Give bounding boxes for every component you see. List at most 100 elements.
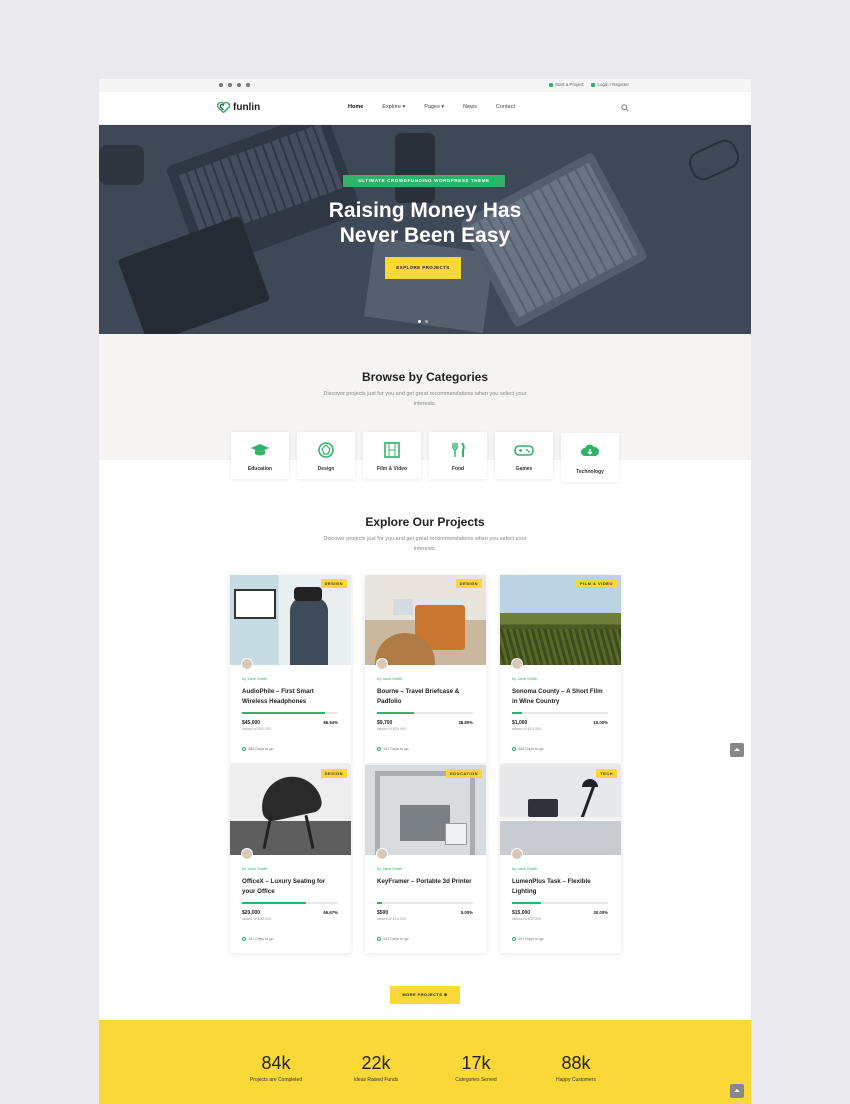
funded-amount: $45,000 — [242, 720, 261, 726]
start-project-link[interactable]: Start a Project — [548, 82, 583, 87]
funding-progress-bar — [512, 712, 608, 714]
nav-explore[interactable]: Explore ▾ — [382, 104, 405, 110]
stat-happy-customers: 88k Happy Customers — [555, 1053, 596, 1083]
author-link[interactable]: by Jane Smith — [377, 866, 402, 871]
design-icon — [318, 442, 334, 458]
funding-progress-bar — [512, 902, 608, 904]
project-image[interactable]: Tech — [500, 765, 621, 855]
login-register-link[interactable]: Login / Register — [591, 82, 629, 87]
film-icon — [384, 442, 400, 458]
nav-pages[interactable]: Pages ▾ — [424, 104, 444, 110]
category-tag: Tech — [596, 769, 617, 778]
project-image[interactable]: Education — [365, 765, 486, 855]
more-projects-button[interactable]: More Projects ⊕ — [390, 986, 460, 1004]
project-card[interactable]: Design by Jane Smith Bourne – Travel Bri… — [365, 575, 486, 763]
funded-percent: 66.67% — [323, 910, 338, 915]
slider-dot[interactable] — [418, 320, 421, 323]
nav-contact[interactable]: Contact — [496, 104, 515, 110]
clock-icon — [242, 747, 246, 751]
avatar — [376, 658, 388, 670]
project-card[interactable]: Film & Video by Jane Smith Sonoma County… — [500, 575, 621, 763]
project-image[interactable]: Design — [230, 765, 351, 855]
project-card[interactable]: Education by Jane Smith KeyFramer – Port… — [365, 765, 486, 953]
days-left: 101 Days to go — [242, 937, 274, 941]
funded-amount: $9,700 — [377, 720, 393, 726]
project-title[interactable]: OfficeX – Luxury Seating for your Office — [242, 877, 337, 896]
nav-home[interactable]: Home — [348, 104, 363, 110]
logo[interactable]: funlin — [217, 102, 260, 113]
facebook-icon[interactable] — [219, 83, 223, 87]
top-bar: Start a Project Login / Register — [99, 79, 751, 92]
avatar — [511, 848, 523, 860]
project-grid: Design by Jane Smith AudioPhile – First … — [230, 575, 622, 953]
nav-news[interactable]: News — [463, 104, 477, 110]
author-link[interactable]: by Jane Smith — [242, 676, 267, 681]
funded-amount: $500 — [377, 910, 389, 916]
project-card[interactable]: Design by Jane Smith OfficeX – Luxury Se… — [230, 765, 351, 953]
avatar — [241, 658, 253, 670]
author-link[interactable]: by Jane Smith — [512, 866, 537, 871]
categories-subtitle: Discover projects just for you and get g… — [323, 391, 527, 407]
projects-title: Explore Our Projects — [365, 515, 485, 529]
category-tag: Design — [320, 769, 347, 778]
clock-icon — [512, 747, 516, 751]
funded-amount: $20,000 — [242, 910, 261, 916]
author-link[interactable]: by Jane Smith — [377, 676, 402, 681]
hero-title: Raising Money Has Never Been Easy — [328, 199, 522, 247]
chevron-down-icon: ▾ — [441, 104, 445, 110]
project-title[interactable]: AudioPhile – First Smart Wireless Headph… — [242, 687, 337, 706]
funding-progress-bar — [377, 902, 473, 904]
project-card[interactable]: Design by Jane Smith AudioPhile – First … — [230, 575, 351, 763]
page: Start a Project Login / Register funlin … — [99, 79, 751, 1104]
search-icon[interactable] — [621, 104, 629, 112]
slider-dots — [418, 320, 428, 323]
days-left: 101 Days to go — [512, 937, 544, 941]
stat-categories-served: 17k Categories Served — [455, 1053, 497, 1083]
days-left: 466 Days to go — [512, 747, 544, 751]
slider-dot[interactable] — [425, 320, 428, 323]
project-title[interactable]: LumenPlus Task – Flexible Lighting — [512, 877, 607, 896]
arrow-right-icon: ⊕ — [443, 992, 448, 997]
clock-icon — [377, 747, 381, 751]
project-image[interactable]: Design — [230, 575, 351, 665]
stats-section: 84k Projects are Completed 22k Ideas Rai… — [99, 1020, 751, 1104]
category-tag: Film & Video — [576, 579, 617, 588]
funding-progress-bar — [242, 712, 338, 714]
funded-percent: 10.00% — [593, 720, 608, 725]
header: funlin Home Explore ▾ Pages ▾ News Conta… — [99, 92, 751, 125]
project-title[interactable]: KeyFramer – Portable 3d Printer — [377, 877, 472, 887]
goal-amount: raised of $50,000 — [512, 917, 542, 921]
funded-amount: $15,000 — [512, 910, 531, 916]
projects-section: Explore Our Projects Discover projects j… — [99, 460, 751, 1020]
chevron-down-icon: ▾ — [402, 104, 406, 110]
projects-subtitle: Discover projects just for you and get g… — [323, 536, 527, 552]
category-tag: Design — [320, 579, 347, 588]
explore-projects-button[interactable]: Explore Projects — [385, 257, 461, 279]
scroll-top-button[interactable] — [730, 1084, 744, 1098]
heart-logo-icon — [217, 102, 230, 113]
project-image[interactable]: Design — [365, 575, 486, 665]
fork-knife-icon — [452, 442, 465, 457]
goal-amount: raised of $10,000 — [377, 917, 407, 921]
author-link[interactable]: by Jane Smith — [242, 866, 267, 871]
funded-percent: 86.54% — [323, 720, 338, 725]
goal-amount: raised of $25,000 — [377, 727, 407, 731]
cloud-download-icon — [581, 444, 600, 456]
graduation-cap-icon — [251, 444, 269, 456]
phone-image — [395, 133, 435, 203]
category-tag: Education — [446, 769, 482, 778]
project-card[interactable]: Tech by Jane Smith LumenPlus Task – Flex… — [500, 765, 621, 953]
pinterest-icon[interactable] — [246, 83, 250, 87]
project-title[interactable]: Bourne – Travel Briefcase & Padfolio — [377, 687, 472, 706]
project-image[interactable]: Film & Video — [500, 575, 621, 665]
author-link[interactable]: by Jane Smith — [512, 676, 537, 681]
funding-progress-bar — [377, 712, 473, 714]
scroll-top-button[interactable] — [730, 743, 744, 757]
instagram-icon[interactable] — [237, 83, 241, 87]
categories-title: Browse by Categories — [361, 370, 489, 384]
project-title[interactable]: Sonoma County – A Short Film in Wine Cou… — [512, 687, 607, 706]
stat-projects-completed: 84k Projects are Completed — [249, 1053, 303, 1083]
twitter-icon[interactable] — [228, 83, 232, 87]
categories-section: Browse by Categories Discover projects j… — [99, 334, 751, 482]
category-tag: Design — [455, 579, 482, 588]
